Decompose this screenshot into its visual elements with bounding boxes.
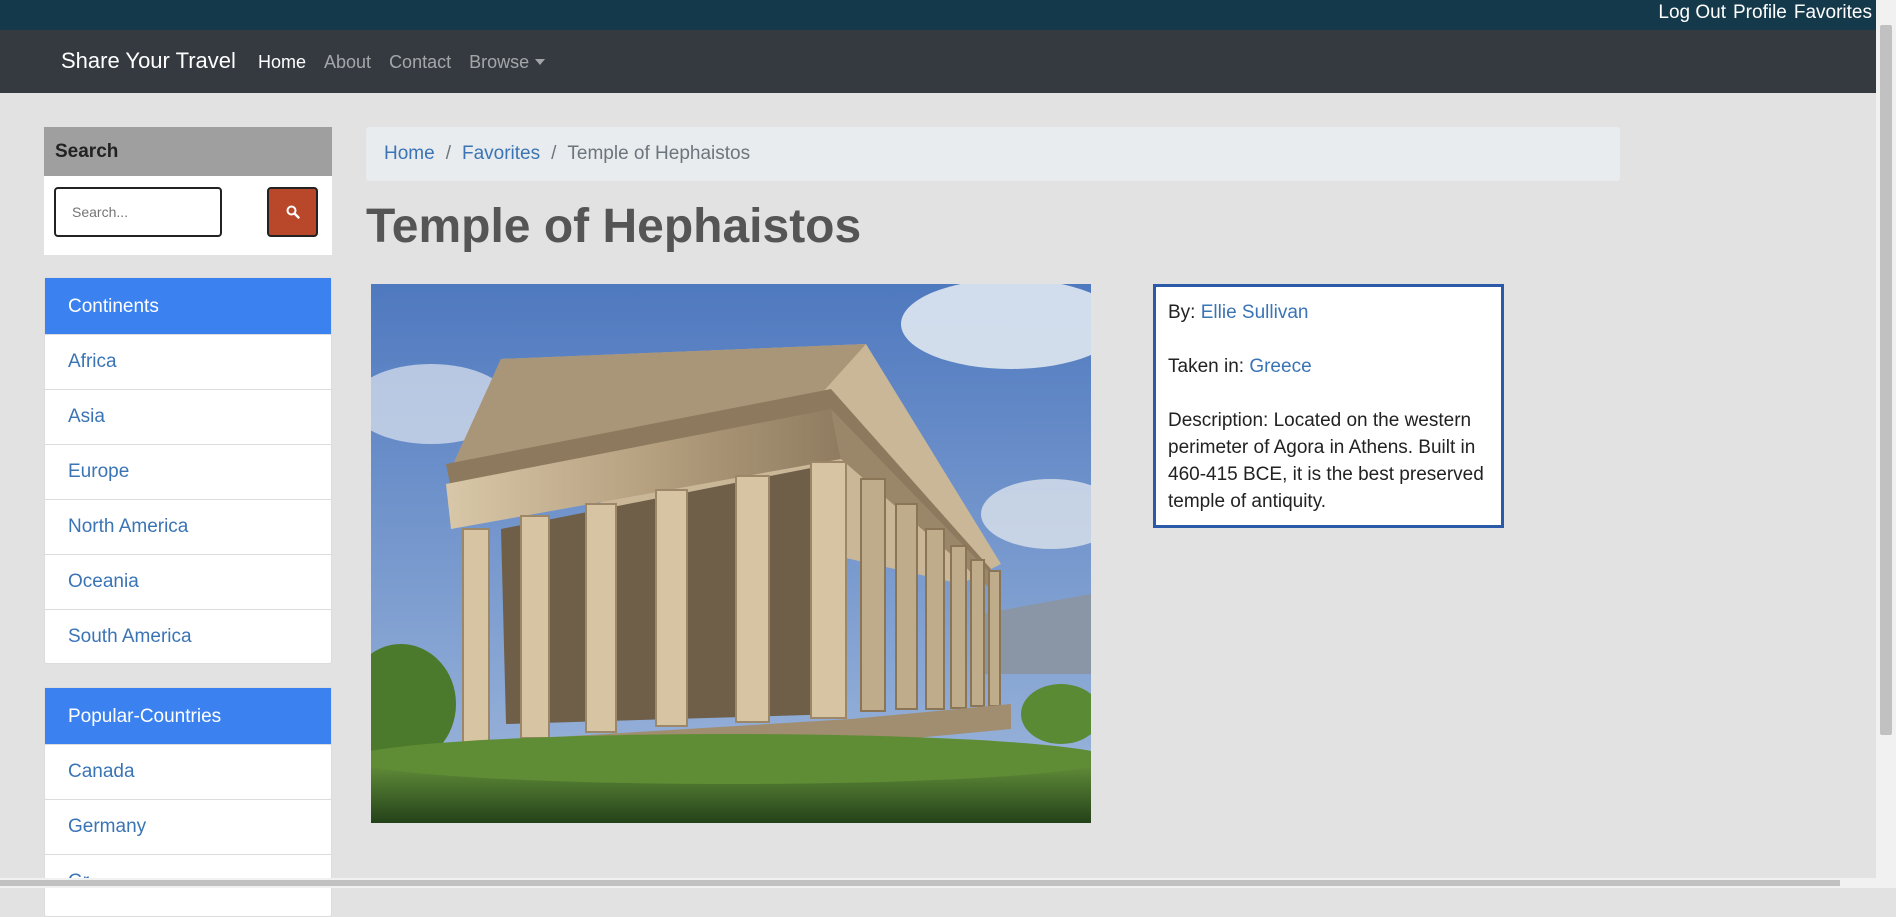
continents-card: Continents Africa Asia Europe North Amer… <box>44 277 332 664</box>
country-item-germany[interactable]: Germany <box>45 799 331 854</box>
top-utility-bar: Log Out Profile Favorites <box>0 0 1876 30</box>
breadcrumb: Home / Favorites / Temple of Hephaistos <box>366 127 1620 181</box>
author-line: By: Ellie Sullivan <box>1168 299 1489 326</box>
nav-contact[interactable]: Contact <box>389 52 451 73</box>
popular-countries-header: Popular-Countries <box>45 688 331 744</box>
photo-info-box: By: Ellie Sullivan Taken in: Greece Desc… <box>1153 284 1504 528</box>
temple-image <box>371 284 1091 823</box>
main-navbar: Share Your Travel Home About Contact Bro… <box>0 30 1876 93</box>
breadcrumb-separator: / <box>551 143 557 164</box>
vertical-scrollbar[interactable] <box>1876 0 1896 888</box>
description-text: Description: Located on the western peri… <box>1168 410 1484 512</box>
country-link[interactable]: Greece <box>1249 356 1311 377</box>
vertical-scroll-thumb[interactable] <box>1880 25 1892 735</box>
location-line: Taken in: Greece <box>1168 353 1489 380</box>
breadcrumb-favorites[interactable]: Favorites <box>462 143 540 165</box>
search-icon <box>286 205 300 219</box>
search-button[interactable] <box>267 187 318 237</box>
breadcrumb-separator: / <box>445 143 451 164</box>
continent-item-asia[interactable]: Asia <box>45 389 331 444</box>
logout-link[interactable]: Log Out <box>1658 2 1726 24</box>
horizontal-scroll-thumb[interactable] <box>0 880 1840 886</box>
continent-item-africa[interactable]: Africa <box>45 334 331 389</box>
author-label: By: <box>1168 302 1196 323</box>
search-card: Search <box>44 127 332 255</box>
search-card-header: Search <box>44 127 332 176</box>
author-link[interactable]: Ellie Sullivan <box>1201 302 1309 323</box>
favorites-link[interactable]: Favorites <box>1794 2 1872 24</box>
account-links: Log Out Profile Favorites <box>1658 2 1872 24</box>
brand-logo[interactable]: Share Your Travel <box>61 48 236 74</box>
search-input[interactable] <box>54 187 222 237</box>
caret-down-icon <box>535 59 546 65</box>
horizontal-scrollbar[interactable] <box>0 878 1876 888</box>
breadcrumb-current: Temple of Hephaistos <box>567 143 751 164</box>
country-item-canada[interactable]: Canada <box>45 744 331 799</box>
profile-link[interactable]: Profile <box>1733 2 1787 24</box>
nav-browse-dropdown[interactable]: Browse <box>469 52 546 73</box>
continents-header: Continents <box>45 278 331 334</box>
continent-item-europe[interactable]: Europe <box>45 444 331 499</box>
temple-photo <box>371 284 1091 823</box>
nav-browse-label: Browse <box>469 52 530 72</box>
nav-home[interactable]: Home <box>258 52 306 73</box>
breadcrumb-home[interactable]: Home <box>384 143 435 165</box>
continent-item-south-america[interactable]: South America <box>45 609 331 664</box>
nav-about[interactable]: About <box>324 52 371 73</box>
page-title: Temple of Hephaistos <box>366 200 862 253</box>
nav-links: Home About Contact Browse <box>258 52 546 73</box>
continent-item-oceania[interactable]: Oceania <box>45 554 331 609</box>
continent-item-north-america[interactable]: North America <box>45 499 331 554</box>
location-label: Taken in: <box>1168 356 1245 377</box>
